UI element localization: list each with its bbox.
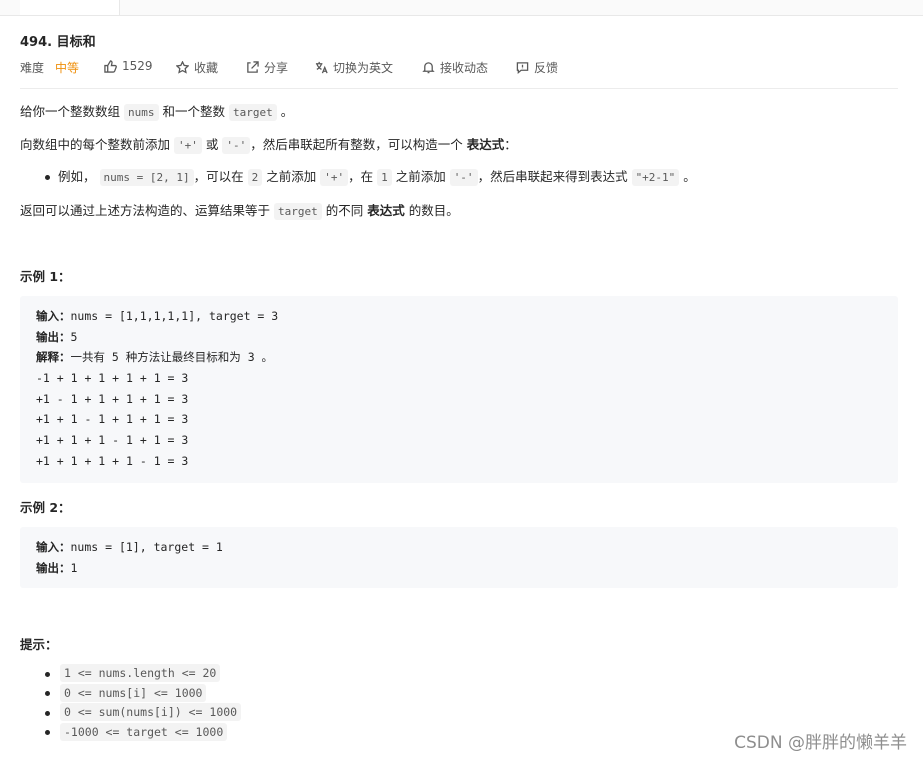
example-2-input: 输入：nums = [1], target = 1 xyxy=(36,537,898,558)
like-count: 1529 xyxy=(122,59,153,73)
text: 返回可以通过上述方法构造的、运算结果等于 xyxy=(20,203,271,218)
bullet-dot xyxy=(45,711,50,716)
example-1-line: +1 + 1 + 1 + 1 - 1 = 3 xyxy=(36,453,189,468)
difficulty-label: 难度 xyxy=(20,61,45,75)
text: ： xyxy=(504,137,517,152)
input-label: 输入： xyxy=(36,540,71,554)
tab-bar xyxy=(0,0,923,16)
explanation-label: 解释： xyxy=(36,350,71,365)
description-paragraph-3: 返回可以通过上述方法构造的、运算结果等于 target 的不同 表达式 的数目。 xyxy=(20,202,459,221)
example-2-heading: 示例 2： xyxy=(20,500,71,515)
share-icon xyxy=(247,61,259,73)
input-value: nums = [1], target = 1 xyxy=(70,540,223,554)
feedback-icon xyxy=(516,62,529,74)
text: 的数目。 xyxy=(408,203,459,218)
description-paragraph-2: 向数组中的每个整数前添加 '+' 或 '-' ，然后串联起所有整数，可以构造一个 … xyxy=(20,136,517,155)
bullet-dot xyxy=(45,730,50,735)
example-2-output: 输出：1 xyxy=(36,558,898,579)
inline-code: '-' xyxy=(222,137,251,154)
inline-code: '-' xyxy=(449,169,478,186)
description-bullet: 例如， nums = [2, 1] ，可以在 2 之前添加 '+' ，在 1 之前添… xyxy=(58,168,696,187)
output-value: 1 xyxy=(70,560,78,575)
text: ，然后串联起来得到表达式 xyxy=(477,169,628,184)
constraint-code: 0 <= nums[i] <= 1000 xyxy=(60,684,207,702)
translate-icon xyxy=(315,61,328,74)
example-1-block: 输入：nums = [1,1,1,1,1], target = 3 输出：5 解… xyxy=(20,296,898,483)
output-label: 输出： xyxy=(36,560,71,575)
inline-code: "+2-1" xyxy=(631,169,680,186)
like-button[interactable]: 1529 xyxy=(104,59,153,73)
constraint-code: 0 <= sum(nums[i]) <= 1000 xyxy=(60,703,242,721)
notify-label: 接收动态 xyxy=(440,61,489,75)
inline-code: '+' xyxy=(174,137,202,154)
constraint-code: -1000 <= target <= 1000 xyxy=(60,723,228,741)
constraint-code: 1 <= nums.length <= 20 xyxy=(60,664,221,682)
text: 或 xyxy=(205,137,219,152)
example-1-line: +1 + 1 - 1 + 1 + 1 = 3 xyxy=(36,412,189,427)
example-1-line: -1 + 1 + 1 + 1 + 1 = 3 xyxy=(36,371,189,386)
bold-text: 表达式 xyxy=(466,137,505,152)
bold-text: 表达式 xyxy=(367,203,405,218)
difficulty-value: 中等 xyxy=(55,61,80,75)
bullet-dot xyxy=(45,175,50,180)
constraint-item: -1000 <= target <= 1000 xyxy=(60,723,228,741)
notify-button[interactable]: 接收动态 xyxy=(422,59,488,76)
feedback-button[interactable]: 反馈 xyxy=(516,59,558,76)
inline-code: nums xyxy=(124,104,159,121)
text: 向数组中的每个整数前添加 xyxy=(20,137,171,152)
explanation-value: 一共有 5 种方法让最终目标和为 3 。 xyxy=(70,350,274,365)
constraints-heading: 提示： xyxy=(20,637,58,652)
share-label: 分享 xyxy=(264,61,289,75)
output-label: 输出： xyxy=(36,329,71,344)
input-value: nums = [1,1,1,1,1], target = 3 xyxy=(70,309,279,323)
inline-code: target xyxy=(228,104,277,121)
bullet-dot xyxy=(45,691,50,696)
switch-language-button[interactable]: 切换为英文 xyxy=(315,59,393,76)
text: ，可以在 xyxy=(193,169,244,184)
divider xyxy=(20,88,898,89)
example-1-output: 输出：5 xyxy=(36,327,898,348)
input-label: 输入： xyxy=(36,309,71,323)
example-2-block: 输入：nums = [1], target = 1 输出：1 xyxy=(20,527,898,588)
example-1-line: +1 + 1 + 1 - 1 + 1 = 3 xyxy=(36,433,189,448)
feedback-label: 反馈 xyxy=(534,61,559,75)
example-1-explanation: 解释：一共有 5 种方法让最终目标和为 3 。 xyxy=(36,347,898,368)
text: 例如， xyxy=(58,169,96,184)
text: 给你一个整数数组 xyxy=(20,104,121,119)
example-1-input: 输入：nums = [1,1,1,1,1], target = 3 xyxy=(36,306,898,327)
inline-code: 1 xyxy=(377,169,392,186)
watermark: CSDN @胖胖的懒羊羊 xyxy=(734,733,907,753)
text: ，然后串联起所有整数，可以构造一个 xyxy=(250,137,463,152)
example-1-line: +1 - 1 + 1 + 1 + 1 = 3 xyxy=(36,391,189,406)
constraint-item: 0 <= nums[i] <= 1000 xyxy=(60,684,207,702)
problem-title: 494. 目标和 xyxy=(20,35,96,50)
output-value: 5 xyxy=(70,329,78,344)
bell-icon xyxy=(422,62,435,74)
inline-code: '+' xyxy=(320,169,349,186)
text: ，在 xyxy=(348,169,374,184)
tab-description[interactable] xyxy=(20,0,120,15)
text: 。 xyxy=(280,104,294,119)
constraint-item: 0 <= sum(nums[i]) <= 1000 xyxy=(60,703,242,721)
description-paragraph-1: 给你一个整数数组 nums 和一个整数 target 。 xyxy=(20,103,293,122)
inline-code: target xyxy=(274,203,322,220)
inline-code: nums = [2, 1] xyxy=(99,169,194,186)
switch-language-label: 切换为英文 xyxy=(333,61,394,75)
favorite-label: 收藏 xyxy=(194,61,219,75)
text: 。 xyxy=(683,169,696,184)
example-1-heading: 示例 1： xyxy=(20,269,71,284)
thumbs-up-icon xyxy=(104,59,117,73)
text: 和一个整数 xyxy=(162,104,225,119)
constraint-item: 1 <= nums.length <= 20 xyxy=(60,664,221,682)
text: 之前添加 xyxy=(266,169,317,184)
favorite-button[interactable]: 收藏 xyxy=(176,59,218,76)
text: 之前添加 xyxy=(395,169,446,184)
share-button[interactable]: 分享 xyxy=(246,59,288,76)
text: 的不同 xyxy=(325,203,364,218)
star-icon xyxy=(176,61,189,74)
bullet-dot xyxy=(45,672,50,677)
inline-code: 2 xyxy=(247,169,263,186)
